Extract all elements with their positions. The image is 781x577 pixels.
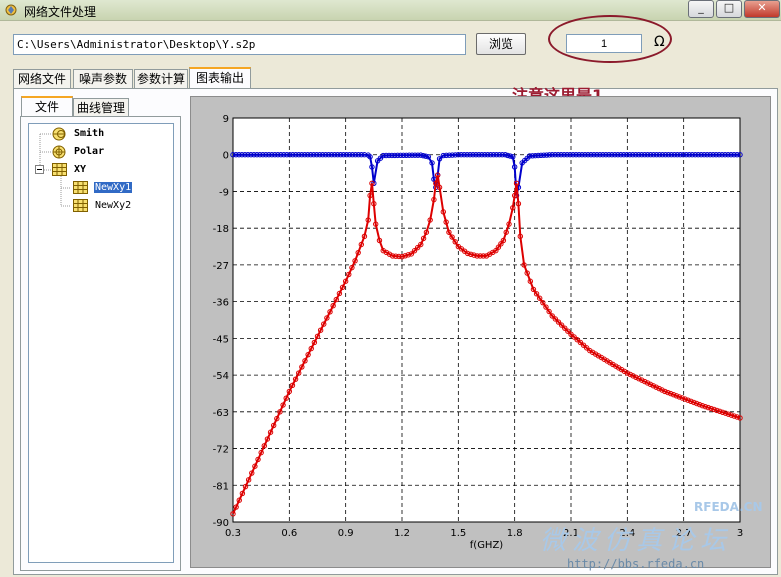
- y-tick-label: -9: [219, 187, 229, 198]
- window-title: 网络文件处理: [24, 5, 97, 19]
- xy-grid-icon: [73, 181, 88, 194]
- file-path-input[interactable]: [13, 34, 466, 55]
- tab-chart-output[interactable]: 图表输出: [189, 67, 251, 89]
- y-tick-label: -81: [213, 481, 229, 492]
- smith-chart-icon: [52, 127, 66, 141]
- x-tick-label: 0.9: [338, 528, 354, 539]
- tree-item-xy[interactable]: XY: [74, 164, 86, 175]
- y-tick-label: -54: [213, 371, 229, 382]
- y-tick-label: 9: [223, 114, 229, 125]
- app-icon: [5, 4, 17, 16]
- chart-frame: 0.3 0.6 0.9 1.2 1.5 1.8 2.1 2.4 2.7 3 9 0 -9 -18 -27 -3…: [190, 96, 771, 568]
- y-tick-label: -36: [213, 298, 229, 309]
- subtab-file[interactable]: 文件: [21, 96, 73, 116]
- y-tick-label: -27: [213, 261, 229, 272]
- tree-item-newxy2[interactable]: NewXy2: [95, 200, 131, 211]
- window-titlebar: 网络文件处理 _ □ ✕: [0, 0, 781, 21]
- subtab-curve-manage[interactable]: 曲线管理: [73, 98, 129, 118]
- tree-item-newxy1[interactable]: NewXy1: [94, 182, 133, 193]
- y-tick-label: -63: [213, 408, 229, 419]
- xy-chart: 0.3 0.6 0.9 1.2 1.5 1.8 2.1 2.4 2.7 390-9-18-27-3…: [213, 114, 744, 551]
- watermark-brand: RFEDA.CN: [694, 500, 763, 514]
- tree-item-smith[interactable]: Smith: [74, 128, 104, 139]
- watermark-url: http://bbs.rfeda.cn: [567, 557, 705, 571]
- x-tick-label: 3: [737, 528, 743, 539]
- maximize-button[interactable]: □: [716, 0, 742, 18]
- x-tick-label: 1.2: [394, 528, 410, 539]
- minimize-button[interactable]: _: [688, 0, 714, 18]
- polar-chart-icon: [52, 145, 66, 159]
- browse-button[interactable]: 浏览: [476, 33, 526, 55]
- tree-item-polar[interactable]: Polar: [74, 146, 104, 157]
- tab-noise-params[interactable]: 噪声参数: [73, 69, 133, 88]
- x-tick-label: 0.3: [225, 528, 241, 539]
- watermark-text: 微波仿真论坛: [540, 526, 733, 556]
- y-tick-label: -18: [213, 224, 229, 235]
- close-button[interactable]: ✕: [744, 0, 780, 18]
- x-axis-label: f(GHZ): [470, 540, 504, 551]
- y-tick-label: -90: [213, 518, 229, 529]
- xy-grid-icon: [73, 199, 88, 212]
- y-tick-label: -45: [213, 334, 229, 345]
- xy-grid-icon: [52, 163, 67, 176]
- chart-tree: Smith Polar XY NewXy1 NewXy2: [28, 123, 174, 563]
- collapse-toggle-icon[interactable]: [35, 165, 44, 174]
- tab-param-calc[interactable]: 参数计算: [134, 69, 188, 88]
- annotation-ellipse: [548, 15, 672, 63]
- x-tick-label: 1.5: [450, 528, 466, 539]
- plot-area: [232, 117, 741, 523]
- y-tick-label: -72: [213, 445, 229, 456]
- tab-network-file[interactable]: 网络文件: [13, 69, 71, 88]
- x-tick-label: 1.8: [507, 528, 523, 539]
- y-tick-label: 0: [223, 151, 229, 162]
- x-tick-label: 0.6: [281, 528, 297, 539]
